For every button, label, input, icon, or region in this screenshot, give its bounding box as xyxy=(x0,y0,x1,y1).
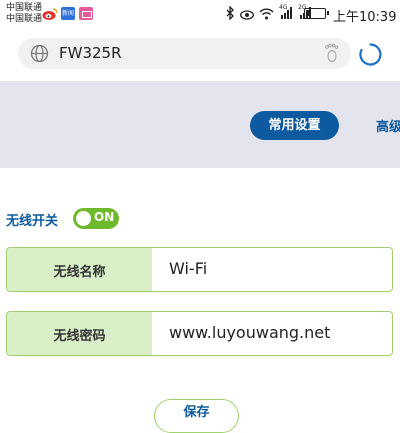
address-bar[interactable]: FW325R xyxy=(18,38,351,69)
url-text[interactable]: FW325R xyxy=(59,44,122,62)
status-bar: 中国联通 中国联通 新闻 4G 2G 上午10:39 xyxy=(0,0,400,30)
mail-app-icon xyxy=(79,7,93,20)
bluetooth-icon xyxy=(226,4,235,24)
wifi-name-label-cell: 无线名称 xyxy=(7,248,152,291)
wifi-name-label: 无线名称 xyxy=(53,265,106,280)
wifi-name-input[interactable]: Wi-Fi xyxy=(169,259,207,278)
tab-advanced-settings[interactable]: 高级 xyxy=(376,116,400,135)
battery-icon xyxy=(304,8,329,19)
weibo-icon xyxy=(42,6,58,20)
loading-spinner-icon[interactable] xyxy=(358,42,383,67)
tab-common-settings[interactable]: 常用设置 xyxy=(250,111,339,140)
carrier-2: 中国联通 xyxy=(6,14,43,24)
wifi-name-row: 无线名称 Wi-Fi xyxy=(6,247,393,292)
clock: 上午10:39 xyxy=(333,10,397,25)
wifi-password-row: 无线密码 www.luyouwang.net xyxy=(6,311,393,356)
status-icons: 4G 2G xyxy=(226,4,312,24)
footprint-icon[interactable] xyxy=(321,43,341,63)
wifi-switch-label: 无线开关 xyxy=(6,214,59,229)
globe-icon xyxy=(30,44,49,63)
wifi-password-input[interactable]: www.luyouwang.net xyxy=(169,323,330,342)
carrier-1: 中国联通 xyxy=(6,3,43,13)
toggle-state: ON xyxy=(94,210,115,224)
network-type-1: 4G xyxy=(279,4,288,11)
carrier-info: 中国联通 中国联通 xyxy=(6,3,42,25)
wifi-password-label: 无线密码 xyxy=(53,329,106,344)
wifi-password-label-cell: 无线密码 xyxy=(7,312,152,355)
eye-icon xyxy=(240,5,254,24)
save-button[interactable]: 保存 xyxy=(154,399,239,433)
wifi-signal-icon xyxy=(259,5,274,24)
nav-band xyxy=(0,81,400,168)
cell-signal-1: 4G xyxy=(279,4,293,21)
wifi-switch-toggle[interactable]: ON xyxy=(73,208,119,229)
toggle-knob xyxy=(76,211,91,226)
news-app-icon: 新闻 xyxy=(61,7,75,20)
